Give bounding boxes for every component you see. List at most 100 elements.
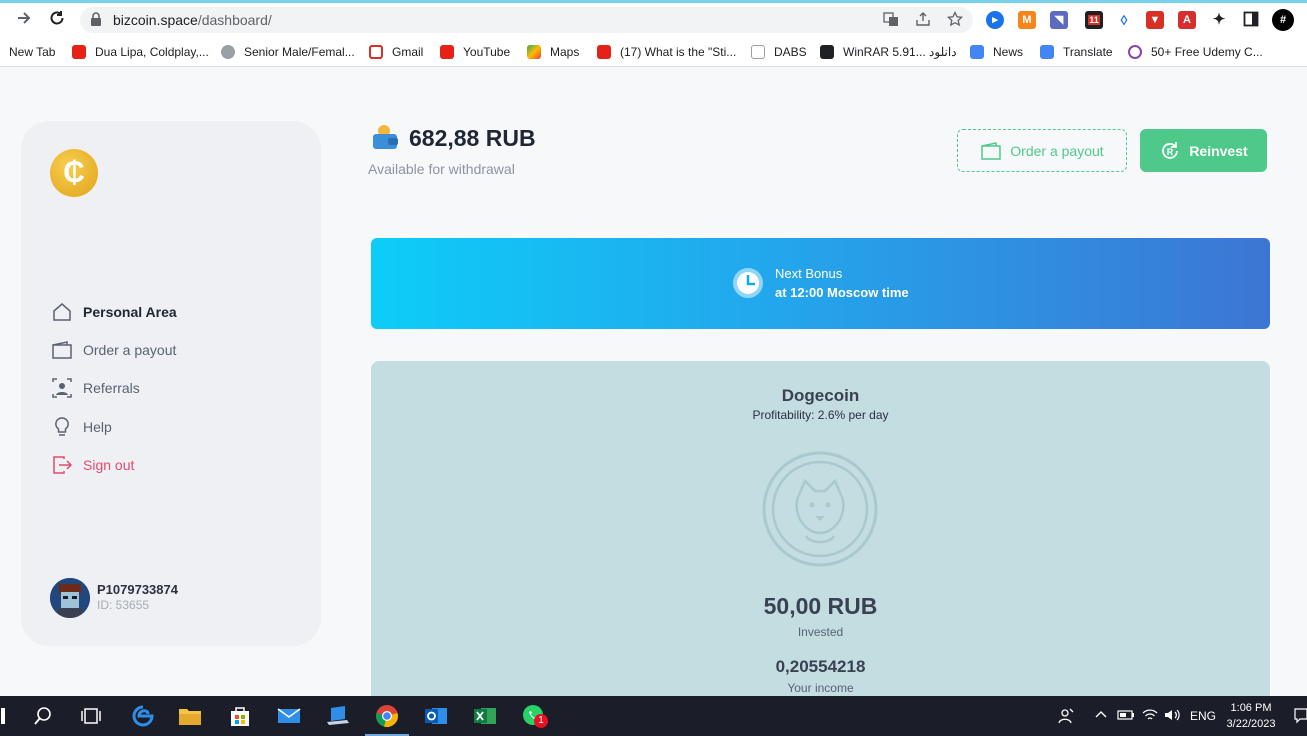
wifi-icon[interactable]	[1141, 707, 1159, 726]
browser-toolbar: bizcoin.space/dashboard/ ▸ M ◥ 11 ◊ ▼ A …	[0, 3, 1307, 37]
user-id: ID: 53655	[97, 598, 150, 612]
wallet-coin-icon	[372, 124, 400, 150]
bookmark-item[interactable]: 50+ Free Udemy C...	[1128, 44, 1263, 60]
user-profile[interactable]: P1079733874 ID: 53655	[50, 578, 310, 618]
whatsapp-icon[interactable]: 1	[522, 704, 548, 728]
extension-media-icon[interactable]: ▸	[986, 11, 1004, 29]
language-indicator[interactable]: ENG	[1190, 709, 1216, 723]
balance-label: Available for withdrawal	[368, 161, 515, 177]
file-explorer-icon[interactable]	[178, 704, 202, 728]
home-icon	[51, 301, 73, 323]
extension-chart-icon[interactable]: ◥	[1050, 11, 1068, 29]
nav-personal-area[interactable]: Personal Area	[51, 300, 177, 324]
svg-text:R: R	[1167, 147, 1174, 157]
extension-shield-icon[interactable]: ▼	[1146, 11, 1164, 29]
bonus-title: Next Bonus	[775, 266, 843, 281]
search-icon[interactable]	[31, 704, 55, 728]
bookmark-item[interactable]: YouTube	[440, 44, 510, 60]
nav-help[interactable]: Help	[51, 415, 112, 439]
task-view-icon[interactable]	[79, 704, 103, 728]
bookmark-item[interactable]: Senior Male/Femal...	[221, 44, 355, 60]
profile-avatar-icon[interactable]: #	[1272, 9, 1294, 31]
lock-icon[interactable]	[90, 12, 102, 26]
forward-icon[interactable]	[13, 9, 35, 31]
site-logo[interactable]: ₵	[50, 149, 98, 197]
bookmark-label: 50+ Free Udemy C...	[1151, 45, 1263, 59]
chrome-taskbar-icon[interactable]	[365, 704, 409, 736]
nav-sign-out[interactable]: Sign out	[51, 453, 134, 477]
bookmark-item[interactable]: WinRAR 5.91... دانلود	[820, 44, 957, 60]
bookmark-star-icon[interactable]	[946, 10, 964, 29]
nav-referrals[interactable]: Referrals	[51, 376, 140, 400]
bookmark-item[interactable]: Maps	[527, 44, 579, 60]
income-label: Your income	[787, 681, 854, 695]
laptop-icon[interactable]	[326, 704, 350, 728]
lightbulb-icon	[51, 416, 73, 438]
next-bonus-banner: Next Bonus at 12:00 Moscow time	[371, 238, 1270, 329]
people-icon[interactable]	[1057, 707, 1075, 728]
pdf-extension-icon[interactable]: A	[1178, 11, 1196, 29]
edge-icon[interactable]	[131, 704, 155, 728]
udemy-icon	[1128, 45, 1142, 59]
bookmark-label: Gmail	[392, 45, 424, 59]
invested-label: Invested	[797, 625, 844, 639]
nav-label: Referrals	[83, 380, 140, 396]
clock-time: 1:06 PM	[1230, 702, 1272, 714]
winrar-icon	[820, 45, 834, 59]
dogecoin-coin-icon	[761, 450, 879, 568]
bookmark-label: Maps	[550, 45, 580, 59]
bookmark-item[interactable]: Dua Lipa, Coldplay,...	[72, 44, 209, 60]
bookmarks-bar: New Tab Dua Lipa, Coldplay,... Senior Ma…	[0, 37, 1307, 67]
nav-order-payout[interactable]: Order a payout	[51, 338, 176, 362]
url-text[interactable]: bizcoin.space/dashboard/	[113, 12, 272, 28]
bookmark-item[interactable]: News	[970, 44, 1023, 60]
bookmark-item[interactable]: Gmail	[369, 44, 423, 60]
wallet-icon	[51, 339, 73, 361]
bookmark-item[interactable]: New Tab	[0, 44, 55, 60]
news-icon	[970, 45, 984, 59]
user-name: P1079733874	[97, 582, 178, 597]
share-icon[interactable]	[914, 11, 932, 29]
bookmark-item[interactable]: DABS	[751, 44, 807, 60]
side-panel-icon[interactable]	[1242, 11, 1260, 29]
plan-profitability: Profitability: 2.6% per day	[752, 408, 889, 422]
youtube-icon	[72, 45, 86, 59]
taskbar: 1 ENG 1:06 PM 3/22/2023	[0, 696, 1307, 736]
nav-label: Help	[83, 419, 112, 435]
income-amount: 0,20554218	[775, 657, 866, 676]
extension-drop-icon[interactable]: ◊	[1115, 11, 1133, 29]
notification-icon[interactable]	[1294, 707, 1307, 728]
mail-icon[interactable]	[277, 704, 301, 728]
system-clock[interactable]: 1:06 PM 3/22/2023	[1221, 700, 1281, 732]
nav-label: Order a payout	[83, 342, 177, 358]
bookmark-label: WinRAR 5.91... دانلود	[843, 45, 957, 59]
plan-card: Dogecoin Profitability: 2.6% per day 50,…	[371, 361, 1270, 701]
outlook-icon[interactable]	[424, 704, 448, 728]
bookmark-label: New Tab	[9, 45, 56, 59]
extensions-puzzle-icon[interactable]: ✦	[1210, 11, 1228, 29]
wallet-icon	[980, 141, 1002, 161]
metamask-icon[interactable]: M	[1018, 11, 1036, 29]
address-bar[interactable]: bizcoin.space/dashboard/	[80, 7, 973, 33]
extension-calendar-icon[interactable]: 11	[1085, 11, 1103, 29]
person-favicon-icon	[221, 45, 235, 59]
bookmark-item[interactable]: Translate	[1040, 44, 1113, 60]
chevron-up-icon[interactable]	[1094, 708, 1108, 725]
volume-icon[interactable]	[1163, 707, 1181, 726]
url-path: /dashboard/	[197, 12, 272, 28]
excel-icon[interactable]	[473, 704, 497, 728]
bookmark-label: Dua Lipa, Coldplay,...	[95, 45, 209, 59]
start-button[interactable]	[0, 704, 6, 728]
bonus-time: at 12:00 Moscow time	[775, 285, 909, 300]
bookmark-label: YouTube	[463, 45, 511, 59]
reinvest-button[interactable]: R Reinvest	[1140, 129, 1267, 172]
translate-icon[interactable]	[882, 11, 900, 29]
bookmark-label: (17) What is the "Sti...	[620, 45, 737, 59]
youtube-icon	[440, 45, 454, 59]
bookmark-item[interactable]: (17) What is the "Sti...	[597, 44, 736, 60]
order-payout-button[interactable]: Order a payout	[957, 129, 1127, 172]
nav-label: Personal Area	[83, 304, 177, 320]
battery-icon[interactable]	[1117, 709, 1135, 724]
reload-icon[interactable]	[46, 9, 68, 31]
store-icon[interactable]	[228, 704, 252, 728]
